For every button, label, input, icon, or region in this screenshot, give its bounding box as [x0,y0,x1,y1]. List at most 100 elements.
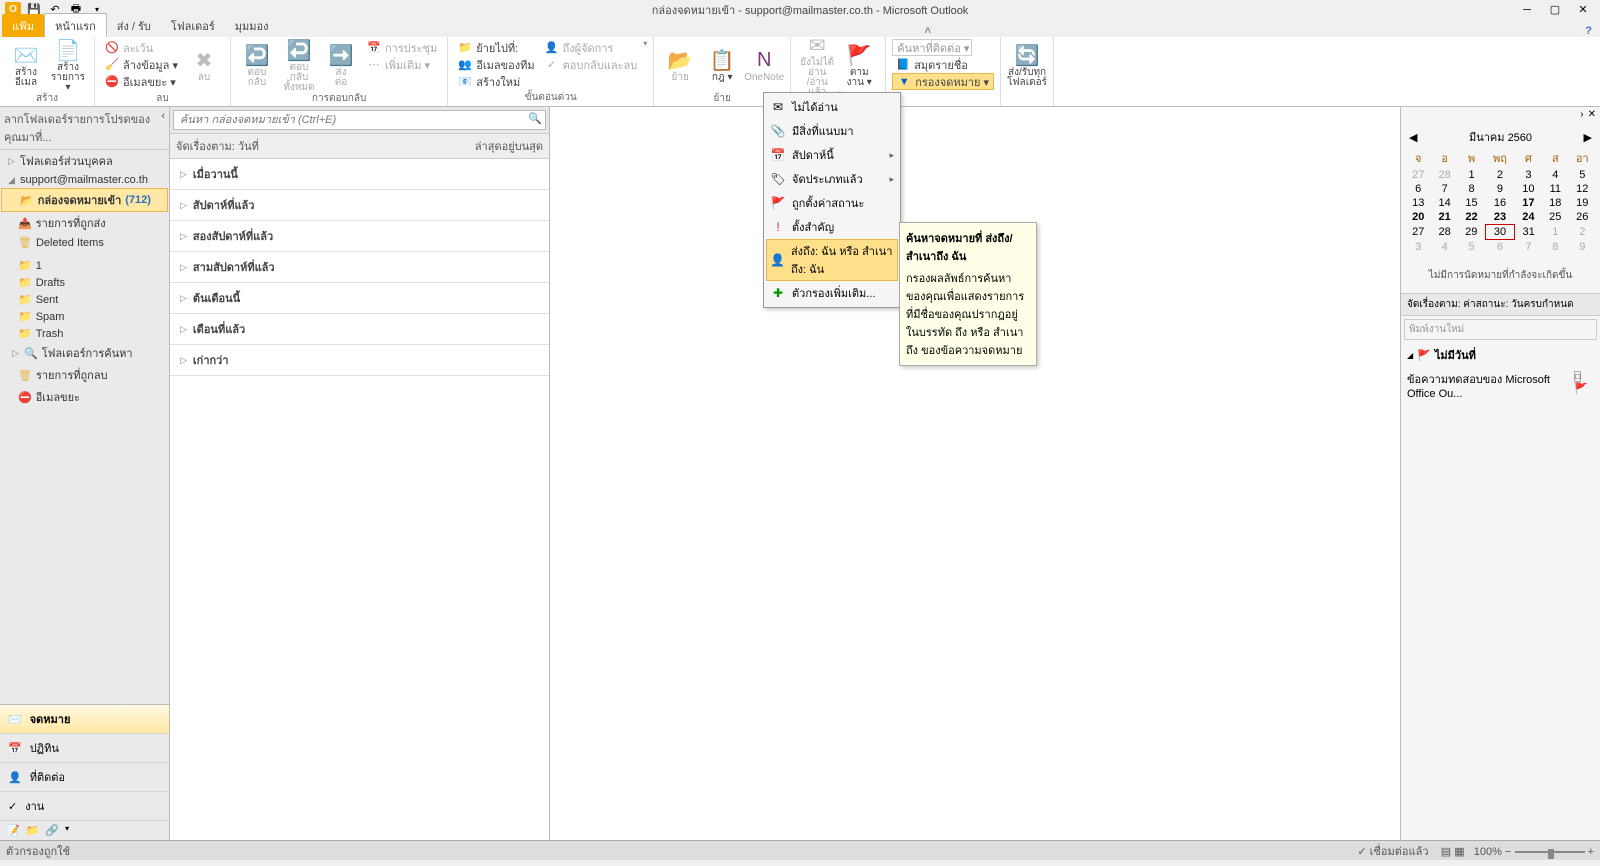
tab-view[interactable]: มุมมอง [225,14,279,37]
forward-button[interactable]: ➡️ส่งต่อ [321,39,361,91]
tree-deleted-items[interactable]: 🗑Deleted Items [0,234,169,251]
tree-folder-sent[interactable]: 📁Sent [0,291,169,308]
cleanup-button[interactable]: 🧹ล้างข้อมูล ▾ [101,56,182,73]
window-title: กล่องจดหมายเข้า - support@mailmaster.co.… [106,1,1514,19]
ignore-button[interactable]: 🚫ละเว้น [101,39,182,56]
rules-button[interactable]: 📋กฎ ▾ [702,39,742,91]
tree-folder-drafts[interactable]: 📁Drafts [0,274,169,291]
quickstep-new[interactable]: 📧สร้างใหม่ [454,73,538,90]
tree-folder-1[interactable]: 📁1 [0,257,169,274]
task-item[interactable]: ข้อความทดสอบของ Microsoft Office Ou...□ … [1401,367,1600,403]
search-input[interactable] [173,110,546,130]
nav-mail-button[interactable]: ✉️จดหมาย [0,705,169,734]
nav-notes-icon[interactable]: 📝 [6,824,20,837]
tab-file[interactable]: แฟ้ม [2,14,44,37]
view-reading-icon[interactable]: ▦ [1454,846,1464,858]
group-last-week[interactable]: ▷สัปดาห์ที่แล้ว [170,190,549,221]
reading-pane [550,107,1400,840]
nav-contacts-button[interactable]: 👤ที่ติดต่อ [0,763,169,792]
quickstep-moveto[interactable]: 📁ย้ายไปที่: [454,39,538,56]
reply-all-button[interactable]: ↩️ตอบกลับทั้งหมด [279,39,319,91]
find-contact-input[interactable]: ค้นหาที่ติดต่อ ▾ [892,39,972,56]
filter-important[interactable]: !ตั้งสำคัญ [766,215,898,239]
cal-next-icon[interactable]: ▶ [1584,131,1592,144]
delete-button[interactable]: ✖ลบ [184,39,224,91]
tree-folder-trash[interactable]: 📁Trash [0,325,169,342]
more-button[interactable]: ⋯เพิ่มเติม ▾ [363,56,441,73]
search-icon[interactable]: 🔍 [528,112,542,125]
filter-unread[interactable]: ✉ไม่ได้อ่าน [766,95,898,119]
filter-to-cc-me[interactable]: 👤ส่งถึง: ฉัน หรือ สำเนาถึง: ฉัน [766,239,898,281]
group-early-month[interactable]: ▷ต้นเดือนนี้ [170,283,549,314]
nav-shortcuts-icon[interactable]: 🔗 [45,824,59,837]
list-sort-label[interactable]: จัดเรื่องตาม: วันที่ [176,137,259,155]
meeting-button[interactable]: 📅การประชุม [363,39,441,56]
group-older[interactable]: ▷เก่ากว่า [170,345,549,376]
quickstep-manager[interactable]: 👤ถึงผู้จัดการ [541,39,642,56]
tree-inbox[interactable]: 📂กล่องจดหมายเข้า (712) [1,188,168,212]
view-normal-icon[interactable]: ▤ [1441,846,1451,858]
nav-config-icon[interactable]: ▾ [65,824,69,837]
quickstep-expand-icon[interactable]: ▾ [643,39,647,48]
tree-account[interactable]: ◢support@mailmaster.co.th [0,172,169,188]
tab-folder[interactable]: โฟลเดอร์ [161,14,225,37]
onenote-button[interactable]: NOneNote [744,39,784,91]
nav-tasks-button[interactable]: ✓งาน [0,792,169,821]
nav-calendar-button[interactable]: 📅ปฏิทิน [0,734,169,763]
group-two-weeks[interactable]: ▷สองสัปดาห์ที่แล้ว [170,221,549,252]
close-button[interactable]: ✕ [1570,2,1596,18]
filter-has-attachment[interactable]: 📎มีสิ่งที่แนบมา [766,119,898,143]
tree-folder-spam[interactable]: 📁Spam [0,308,169,325]
cal-prev-icon[interactable]: ◀ [1409,131,1417,144]
tree-junk[interactable]: ⛔อีเมลขยะ [0,386,169,408]
group-yesterday[interactable]: ▷เมื่อวานนี้ [170,159,549,190]
tree-personal-folders[interactable]: ▷โฟลเดอร์ส่วนบุคคล [0,150,169,172]
junk-button[interactable]: ⛔อีเมลขยะ ▾ [101,73,182,90]
reply-button[interactable]: ↩️ตอบกลับ [237,39,277,91]
tree-search-folders[interactable]: ▷🔍โฟลเดอร์การค้นหา [0,342,169,364]
tree-deleted-local[interactable]: 🗑รายการที่ถูกลบ [0,364,169,386]
task-group-no-date[interactable]: ◢🚩ไม่มีวันที่ [1401,343,1600,367]
quickstep-replydelete[interactable]: ✓ตอบกลับและลบ [541,56,642,73]
unread-read-button[interactable]: ✉ยังไม่ได้อ่าน/อ่านแล้ว [797,39,837,91]
mail-icon: ✉️ [8,713,22,726]
filter-more[interactable]: ✚ตัวกรองเพิ่มเติม... [766,281,898,305]
todo-sort-header[interactable]: จัดเรื่องตาม: ค่าสถานะ: วันครบกำหนด [1401,293,1600,316]
maximize-button[interactable]: ▢ [1542,2,1568,18]
tooltip-hover: ค้นหาจดหมายที่ ส่งถึง/สำเนาถึง ฉัน กรองผ… [899,222,1037,366]
tab-sendreceive[interactable]: ส่ง / รับ [107,14,161,37]
send-receive-all-button[interactable]: 🔄ส่ง/รับทุกโฟลเดอร์ [1007,39,1047,91]
group-delete-label: ลบ [101,91,224,107]
move-button[interactable]: 📂ย้าย [660,39,700,91]
filter-flagged[interactable]: 🚩ถูกตั้งค่าสถานะ [766,191,898,215]
new-items-button[interactable]: 📄สร้างรายการ ▾ [48,39,88,91]
list-sort-order[interactable]: ล่าสุดอยู่บนสุด [475,137,543,155]
nav-folder-icon[interactable]: 📁 [26,824,40,837]
todo-close-icon[interactable]: ✕ [1588,109,1596,120]
filter-email-button[interactable]: ▼กรองจดหมาย ▾ [892,73,994,90]
filter-categorized[interactable]: 🏷จัดประเภทแล้ว▸ [766,167,898,191]
tab-home[interactable]: หน้าแรก [44,13,107,37]
tooltip-body: กรองผลลัพธ์การค้นหาของคุณเพื่อแสดงรายการ… [906,269,1030,359]
tree-sent-items[interactable]: 📤รายการที่ถูกส่ง [0,212,169,234]
quickstep-team[interactable]: 👥อีเมลของทีม [454,56,538,73]
zoom-out-button[interactable]: − [1505,846,1511,858]
calendar-icon: 📅 [8,742,22,755]
zoom-slider[interactable] [1515,851,1585,853]
new-email-button[interactable]: ✉️สร้างอีเมล [6,39,46,91]
todo-bar: › ✕ ◀ มีนาคม 2560 ▶ จอพพฤศสอา 272812345 … [1400,107,1600,840]
ribbon-minimize-icon[interactable]: ˄ [925,25,931,37]
minimize-button[interactable]: ─ [1514,2,1540,18]
follow-up-button[interactable]: 🚩ตามงาน ▾ [839,39,879,91]
new-task-input[interactable]: พิมพ์งานใหม่ [1404,319,1597,340]
todo-collapse-icon[interactable]: › [1580,109,1583,120]
group-three-weeks[interactable]: ▷สามสัปดาห์ที่แล้ว [170,252,549,283]
help-icon[interactable]: ? [1585,25,1592,37]
no-appointments-label: ไม่มีการนัดหมายที่กำลังจะเกิดขึ้น [1401,258,1600,293]
nav-collapse-icon[interactable]: ‹ [161,110,165,146]
zoom-in-button[interactable]: + [1588,846,1594,858]
group-last-month[interactable]: ▷เดือนที่แล้ว [170,314,549,345]
address-book-button[interactable]: 📘สมุดรายชื่อ [892,56,994,73]
cal-month[interactable]: มีนาคม 2560 [1469,128,1532,146]
filter-this-week[interactable]: 📅สัปดาห์นี้▸ [766,143,898,167]
